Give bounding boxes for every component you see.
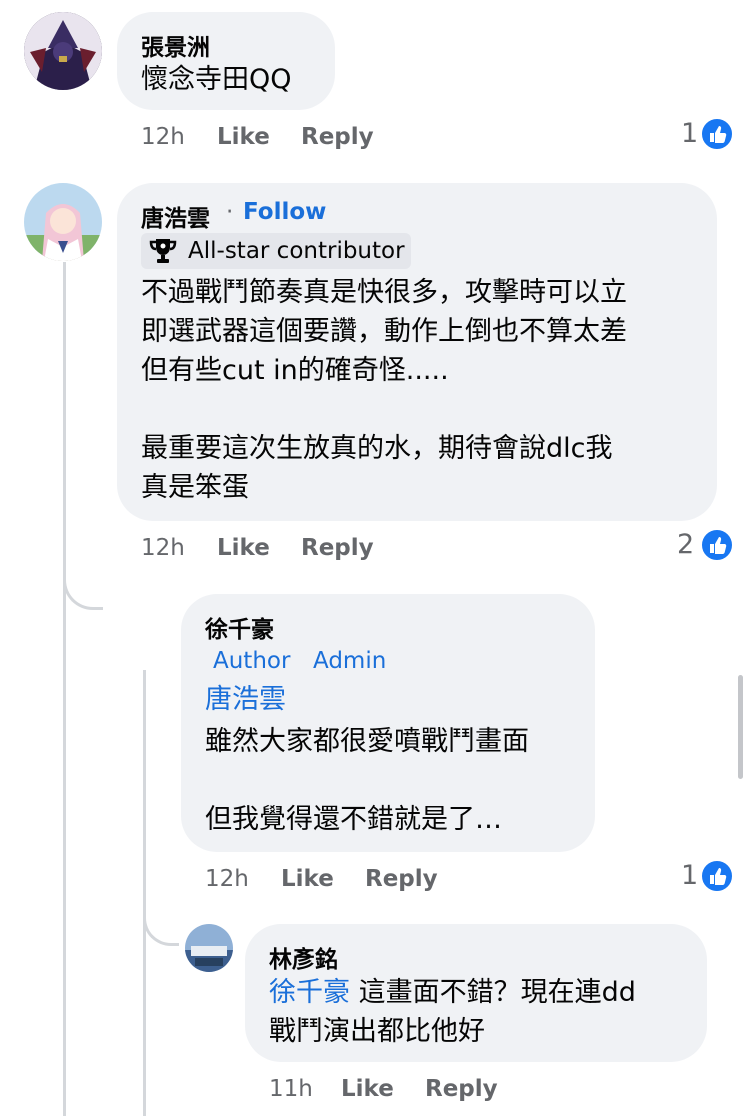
thread-line-reply [143, 670, 146, 1116]
comment-text-line: 真是笨蛋 [141, 472, 249, 503]
comment-text-line: 雖然大家都很愛噴戰鬥畫面 [205, 726, 529, 757]
comment-text-line: 徐千豪 這畫面不錯？現在連dd [269, 973, 636, 1012]
scrollbar-thumb[interactable] [738, 675, 743, 779]
avatar-image [24, 183, 102, 261]
comment-text-line: 戰鬥演出都比他好 [269, 1016, 485, 1047]
comment-time[interactable]: 11h [269, 1076, 313, 1102]
thread-curve-reply [143, 900, 179, 946]
like-button[interactable]: Like [217, 124, 270, 150]
author-tag: Author [213, 648, 291, 674]
comment-text-inline: 這畫面不錯？現在連dd [350, 977, 636, 1008]
thumbs-up-glyph [710, 868, 727, 885]
comment-time[interactable]: 12h [141, 535, 185, 561]
reaction-count[interactable]: 1 [681, 118, 698, 149]
avatar-image [185, 924, 233, 972]
mention-link[interactable]: 徐千豪 [269, 977, 350, 1008]
comment-author[interactable]: 張景洲 [141, 28, 210, 62]
comment-author[interactable]: 林彥銘 [269, 940, 338, 974]
reply-button[interactable]: Reply [301, 535, 374, 561]
comment-text-line: 即選武器這個要讚，動作上倒也不算太差 [141, 316, 627, 347]
author-separator: · [226, 199, 234, 225]
reply-button[interactable]: Reply [301, 124, 374, 150]
comment-text: 懷念寺田QQ [141, 64, 292, 95]
thumbs-up-glyph [710, 126, 727, 143]
avatar-lin[interactable] [185, 924, 233, 972]
thread-curve-main [63, 560, 103, 610]
comment-text-line: 不過戰鬥節奏真是快很多，攻擊時可以立 [141, 277, 627, 308]
comment-text-line: 但有些cut in的確奇怪..... [141, 355, 449, 386]
contributor-badge-label: All-star contributor [188, 238, 405, 264]
reaction-count[interactable]: 2 [677, 529, 694, 560]
thumbs-up-icon[interactable] [700, 859, 734, 893]
like-button[interactable]: Like [341, 1076, 394, 1102]
reply-button[interactable]: Reply [365, 866, 438, 892]
admin-tag: Admin [313, 648, 387, 674]
trophy-glyph [149, 239, 177, 263]
follow-button[interactable]: Follow [243, 199, 326, 225]
reply-button[interactable]: Reply [425, 1076, 498, 1102]
avatar-image [24, 12, 102, 90]
comment-time[interactable]: 12h [141, 124, 185, 150]
comment-author[interactable]: 唐浩雲 [141, 199, 210, 233]
mention-link[interactable]: 唐浩雲 [205, 680, 286, 719]
avatar-tang[interactable] [24, 183, 102, 261]
thumbs-up-icon[interactable] [700, 528, 734, 562]
comment-text-line: 最重要這次生放真的水，期待會說dlc我 [141, 433, 613, 464]
comment-time[interactable]: 12h [205, 866, 249, 892]
like-button[interactable]: Like [217, 535, 270, 561]
like-button[interactable]: Like [281, 866, 334, 892]
avatar-zhang[interactable] [24, 12, 102, 90]
reaction-count[interactable]: 1 [681, 860, 698, 891]
trophy-icon [147, 236, 179, 266]
thread-line-main [63, 262, 66, 1116]
comment-author[interactable]: 徐千豪 [205, 610, 274, 644]
thumbs-up-glyph [710, 537, 727, 554]
thumbs-up-icon[interactable] [700, 117, 734, 151]
comment-text-line: 但我覺得還不錯就是了… [205, 804, 502, 835]
